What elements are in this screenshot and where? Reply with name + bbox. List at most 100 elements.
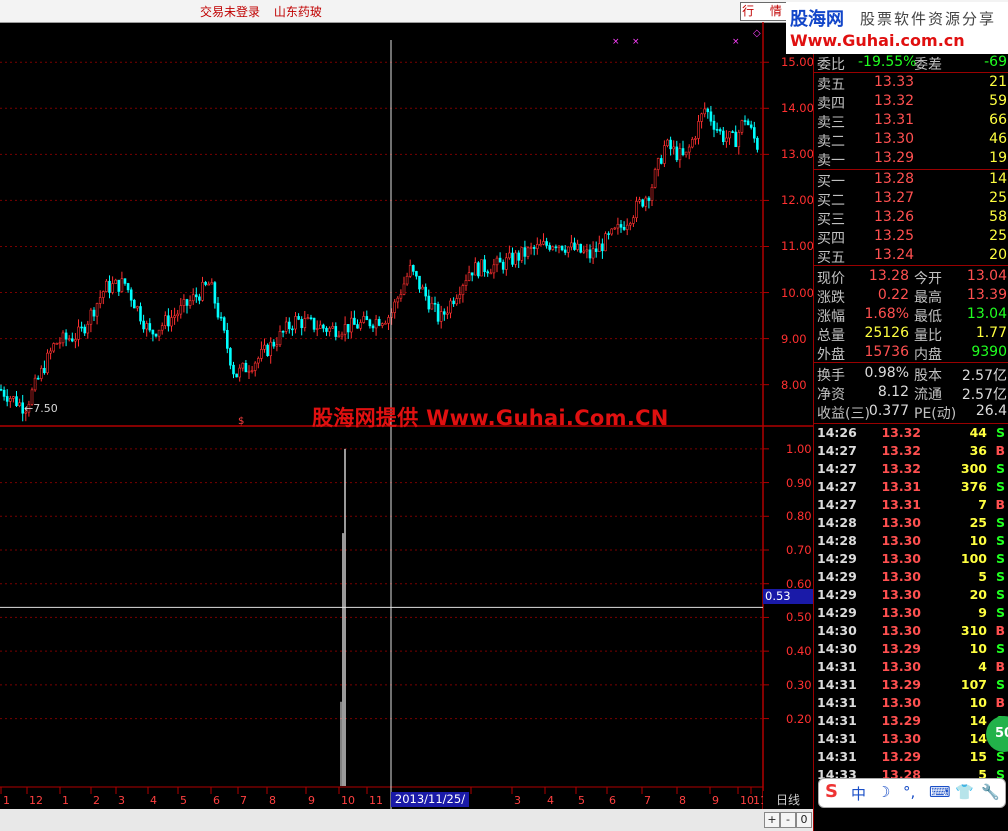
candle-body xyxy=(58,342,62,345)
tick-price: 13.31 xyxy=(881,479,921,494)
candle-body xyxy=(219,316,223,319)
sell-row: 卖一 13.29 19 xyxy=(814,150,1008,169)
tick-volume: 9 xyxy=(978,605,987,620)
buy-volume: 20 xyxy=(989,247,1007,263)
stat-value: 13.28 xyxy=(868,268,909,284)
ime-toolbar[interactable]: S 中 ☽ °, ⌨ 👕 🔧 xyxy=(818,778,1006,808)
date-tick-label: 10 xyxy=(740,794,754,807)
tick-price: 13.31 xyxy=(881,497,921,512)
ime-item[interactable]: ⌨ xyxy=(929,783,951,801)
candle-body xyxy=(39,367,43,379)
ime-item[interactable]: 👕 xyxy=(955,783,974,801)
fin-row: 收益(三) 0.377 PE(动) 26.4 xyxy=(814,403,1008,422)
sell-row: 卖四 13.32 59 xyxy=(814,93,1008,112)
date-tick-label: 10 xyxy=(341,794,355,807)
candle-body xyxy=(712,120,716,130)
candle-body xyxy=(675,146,679,161)
buy-volume: 25 xyxy=(989,228,1007,244)
stat-label: 涨跌 xyxy=(817,290,845,306)
candle-body xyxy=(715,129,719,131)
candle-body xyxy=(222,317,226,331)
stat-row: 现价 13.28 今开 13.04 xyxy=(814,268,1008,287)
ime-item[interactable]: 🔧 xyxy=(981,783,1000,801)
fin-value-2: 2.57亿 xyxy=(961,368,1007,384)
candle-body xyxy=(5,396,9,402)
tick-price: 13.30 xyxy=(881,515,921,530)
candle-body xyxy=(641,199,645,207)
tick-volume: 4 xyxy=(978,659,987,674)
candle-body xyxy=(173,315,176,318)
buy-price: 13.28 xyxy=(874,171,915,187)
tick-row: 14:29 13.30 5 S xyxy=(814,569,1008,587)
candle-body xyxy=(504,257,508,270)
candle-body xyxy=(80,326,83,329)
stat-label-2: 最高 xyxy=(914,290,942,306)
date-tick-label: 7 xyxy=(240,794,247,807)
candle-body xyxy=(548,245,552,250)
date-tick-label: 3 xyxy=(118,794,125,807)
tick-volume: 25 xyxy=(969,515,987,530)
tick-volume: 10 xyxy=(969,533,987,548)
price-tick-label: 12.00 xyxy=(781,193,814,208)
indicator-tick-label: 1.00 xyxy=(786,441,812,456)
indicator-tick-label: 0.90 xyxy=(786,475,812,490)
ime-item[interactable]: S xyxy=(825,781,838,802)
candle-body xyxy=(452,300,455,305)
reset-button[interactable]: 0 xyxy=(796,812,812,828)
tick-side: S xyxy=(995,479,1005,494)
zoom-out-button[interactable]: - xyxy=(780,812,796,828)
fin-value: 8.12 xyxy=(877,384,909,400)
candle-body xyxy=(195,294,198,298)
candle-body xyxy=(756,137,759,150)
candle-body xyxy=(594,248,598,252)
candle-body xyxy=(151,329,155,335)
candle-body xyxy=(185,299,189,306)
candle-body xyxy=(145,323,148,330)
candle-body xyxy=(532,247,536,249)
buy-row: 买四 13.25 25 xyxy=(814,228,1008,247)
candle-body xyxy=(49,350,52,354)
candle-body xyxy=(449,300,452,314)
candle-body xyxy=(213,282,217,304)
tick-row: 14:28 13.30 10 S xyxy=(814,533,1008,551)
date-tick-label: 9 xyxy=(712,794,719,807)
tick-price: 13.32 xyxy=(881,443,921,458)
candle-body xyxy=(353,317,356,325)
candle-body xyxy=(83,326,86,334)
tick-row: 14:27 13.32 300 S xyxy=(814,461,1008,479)
quote-tab-button[interactable]: 行 情 xyxy=(740,2,790,21)
candle-body xyxy=(232,364,235,375)
quote-panel: 委比 -19.55% 委差 -69 卖五 13.33 21 卖四 13.32 59 卖三 13… xyxy=(813,22,1008,831)
tick-price: 13.30 xyxy=(881,731,921,746)
candle-body xyxy=(743,120,747,122)
candle-body xyxy=(229,348,232,366)
candle-body xyxy=(619,224,623,228)
date-tick-label: 8 xyxy=(269,794,276,807)
zoom-in-button[interactable]: + xyxy=(764,812,780,828)
tick-side: S xyxy=(995,551,1005,566)
sell-row: 卖三 13.31 66 xyxy=(814,112,1008,131)
tick-volume: 44 xyxy=(969,425,987,440)
tick-time: 14:29 xyxy=(817,605,857,620)
candle-body xyxy=(43,367,46,374)
tick-side: S xyxy=(995,677,1005,692)
weibi-value: -19.55% xyxy=(858,54,917,70)
candle-body xyxy=(325,327,328,332)
signal-marker: × xyxy=(612,37,620,47)
site-logo: 股海网 股票软件资源分享 Www.Guhai.com.cn xyxy=(786,2,1008,54)
period-day-button[interactable]: 日线 xyxy=(763,791,813,809)
tick-time: 14:27 xyxy=(817,461,857,476)
stat-row: 涨幅 1.68% 最低 13.04 xyxy=(814,306,1008,325)
candle-body xyxy=(563,249,567,253)
tick-side: S xyxy=(995,533,1005,548)
signal-marker: ◇ xyxy=(753,28,761,39)
candle-body xyxy=(656,158,660,170)
tick-price: 13.29 xyxy=(881,641,921,656)
ime-item[interactable]: °, xyxy=(903,783,915,801)
tick-time: 14:31 xyxy=(817,677,857,692)
candle-body xyxy=(89,309,93,325)
candle-body xyxy=(114,279,117,284)
low-price-label: ←7.50 xyxy=(24,402,58,415)
ime-item[interactable]: 中 xyxy=(851,783,866,804)
ime-item[interactable]: ☽ xyxy=(877,783,890,801)
